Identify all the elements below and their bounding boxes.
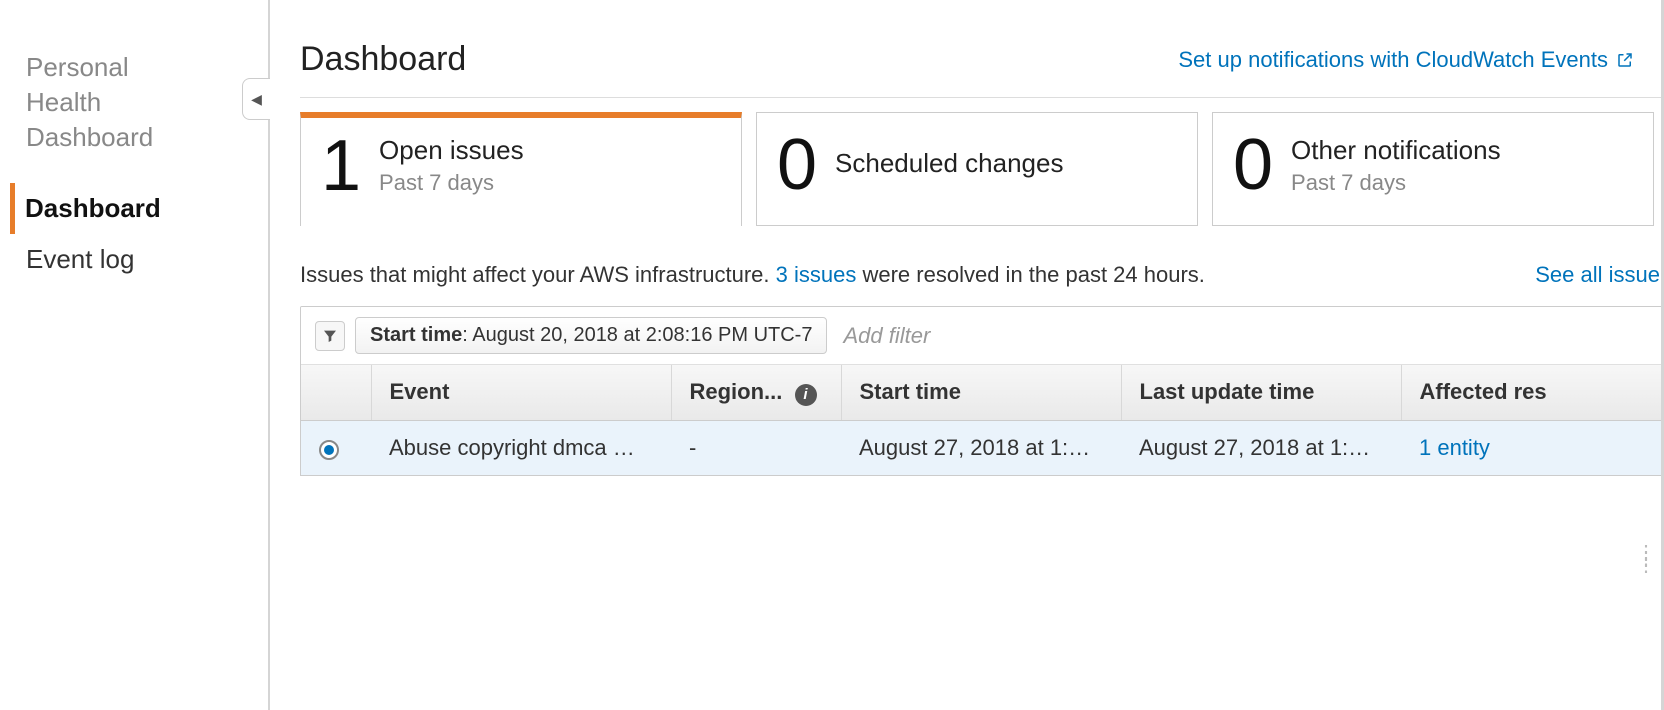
sidebar-title: Personal Health Dashboard bbox=[20, 50, 268, 155]
issues-prefix: Issues that might affect your AWS infras… bbox=[300, 262, 776, 287]
link-text: 3 issues bbox=[776, 262, 857, 287]
nav-item-label: Event log bbox=[26, 244, 134, 274]
link-text: See all issue bbox=[1535, 262, 1660, 287]
nav-item-dashboard[interactable]: Dashboard bbox=[10, 183, 268, 234]
drag-handle-icon[interactable]: ⋮⋮⋮ bbox=[1636, 550, 1658, 568]
sidebar-collapse-button[interactable]: ◀ bbox=[242, 78, 270, 120]
sidebar-title-line: Personal bbox=[26, 52, 129, 82]
filter-bar: Start time: August 20, 2018 at 2:08:16 P… bbox=[301, 307, 1663, 365]
col-label: Start time bbox=[860, 379, 961, 404]
add-filter-button[interactable]: Add filter bbox=[837, 323, 930, 349]
card-title: Open issues bbox=[379, 135, 524, 166]
cloudwatch-notifications-link[interactable]: Set up notifications with CloudWatch Eve… bbox=[1178, 47, 1634, 73]
cell-event: Abuse copyright dmca … bbox=[371, 420, 671, 475]
col-label: Event bbox=[390, 379, 450, 404]
main-content: Dashboard Set up notifications with Clou… bbox=[270, 0, 1664, 710]
resolved-issues-link[interactable]: 3 issues bbox=[776, 262, 857, 287]
col-region[interactable]: Region... i bbox=[671, 365, 841, 420]
chip-value: : August 20, 2018 at 2:08:16 PM UTC-7 bbox=[462, 324, 812, 346]
card-open-issues[interactable]: 1 Open issues Past 7 days bbox=[300, 112, 742, 226]
issues-table: Event Region... i Start time Last update… bbox=[301, 365, 1663, 475]
card-title: Other notifications bbox=[1291, 135, 1501, 166]
funnel-icon bbox=[322, 328, 338, 344]
summary-cards: 1 Open issues Past 7 days 0 Scheduled ch… bbox=[300, 112, 1664, 226]
table-row[interactable]: Abuse copyright dmca … - August 27, 2018… bbox=[301, 420, 1663, 475]
see-all-issues-link[interactable]: See all issue bbox=[1535, 262, 1660, 288]
sidebar-title-line: Dashboard bbox=[26, 122, 153, 152]
issues-table-container: Start time: August 20, 2018 at 2:08:16 P… bbox=[300, 306, 1664, 476]
row-radio[interactable] bbox=[319, 440, 339, 460]
card-count: 0 bbox=[1233, 129, 1273, 201]
nav-item-event-log[interactable]: Event log bbox=[20, 234, 268, 285]
col-select[interactable] bbox=[301, 365, 371, 420]
sidebar: Personal Health Dashboard Dashboard Even… bbox=[0, 0, 270, 710]
card-subtitle: Past 7 days bbox=[379, 170, 524, 196]
col-last-update[interactable]: Last update time bbox=[1121, 365, 1401, 420]
col-affected[interactable]: Affected res bbox=[1401, 365, 1663, 420]
col-label: Region... bbox=[690, 379, 783, 404]
filter-icon-button[interactable] bbox=[315, 321, 345, 351]
chevron-left-icon: ◀ bbox=[251, 91, 262, 108]
col-label: Affected res bbox=[1420, 379, 1547, 404]
external-link-icon bbox=[1616, 51, 1634, 69]
cell-select[interactable] bbox=[301, 420, 371, 475]
info-icon[interactable]: i bbox=[795, 384, 817, 406]
card-subtitle: Past 7 days bbox=[1291, 170, 1501, 196]
filter-chip-start-time[interactable]: Start time: August 20, 2018 at 2:08:16 P… bbox=[355, 317, 827, 354]
chip-label: Start time bbox=[370, 324, 462, 346]
card-count: 1 bbox=[321, 130, 361, 202]
page-header: Dashboard Set up notifications with Clou… bbox=[300, 40, 1664, 98]
cell-start: August 27, 2018 at 1:… bbox=[841, 420, 1121, 475]
cell-region: - bbox=[671, 420, 841, 475]
page-title: Dashboard bbox=[300, 40, 466, 79]
affected-link[interactable]: 1 entity bbox=[1419, 435, 1490, 460]
card-title: Scheduled changes bbox=[835, 148, 1063, 179]
card-scheduled-changes[interactable]: 0 Scheduled changes bbox=[756, 112, 1198, 226]
col-start-time[interactable]: Start time bbox=[841, 365, 1121, 420]
issues-summary-line: Issues that might affect your AWS infras… bbox=[300, 262, 1664, 288]
table-header-row: Event Region... i Start time Last update… bbox=[301, 365, 1663, 420]
cell-affected: 1 entity bbox=[1401, 420, 1663, 475]
link-text: Set up notifications with CloudWatch Eve… bbox=[1178, 47, 1608, 73]
card-other-notifications[interactable]: 0 Other notifications Past 7 days bbox=[1212, 112, 1654, 226]
nav-item-label: Dashboard bbox=[25, 193, 161, 223]
issues-suffix: were resolved in the past 24 hours. bbox=[856, 262, 1205, 287]
cell-updated: August 27, 2018 at 1:… bbox=[1121, 420, 1401, 475]
card-count: 0 bbox=[777, 129, 817, 201]
sidebar-title-line: Health bbox=[26, 87, 101, 117]
radio-dot-icon bbox=[324, 445, 334, 455]
col-label: Last update time bbox=[1140, 379, 1315, 404]
col-event[interactable]: Event bbox=[371, 365, 671, 420]
